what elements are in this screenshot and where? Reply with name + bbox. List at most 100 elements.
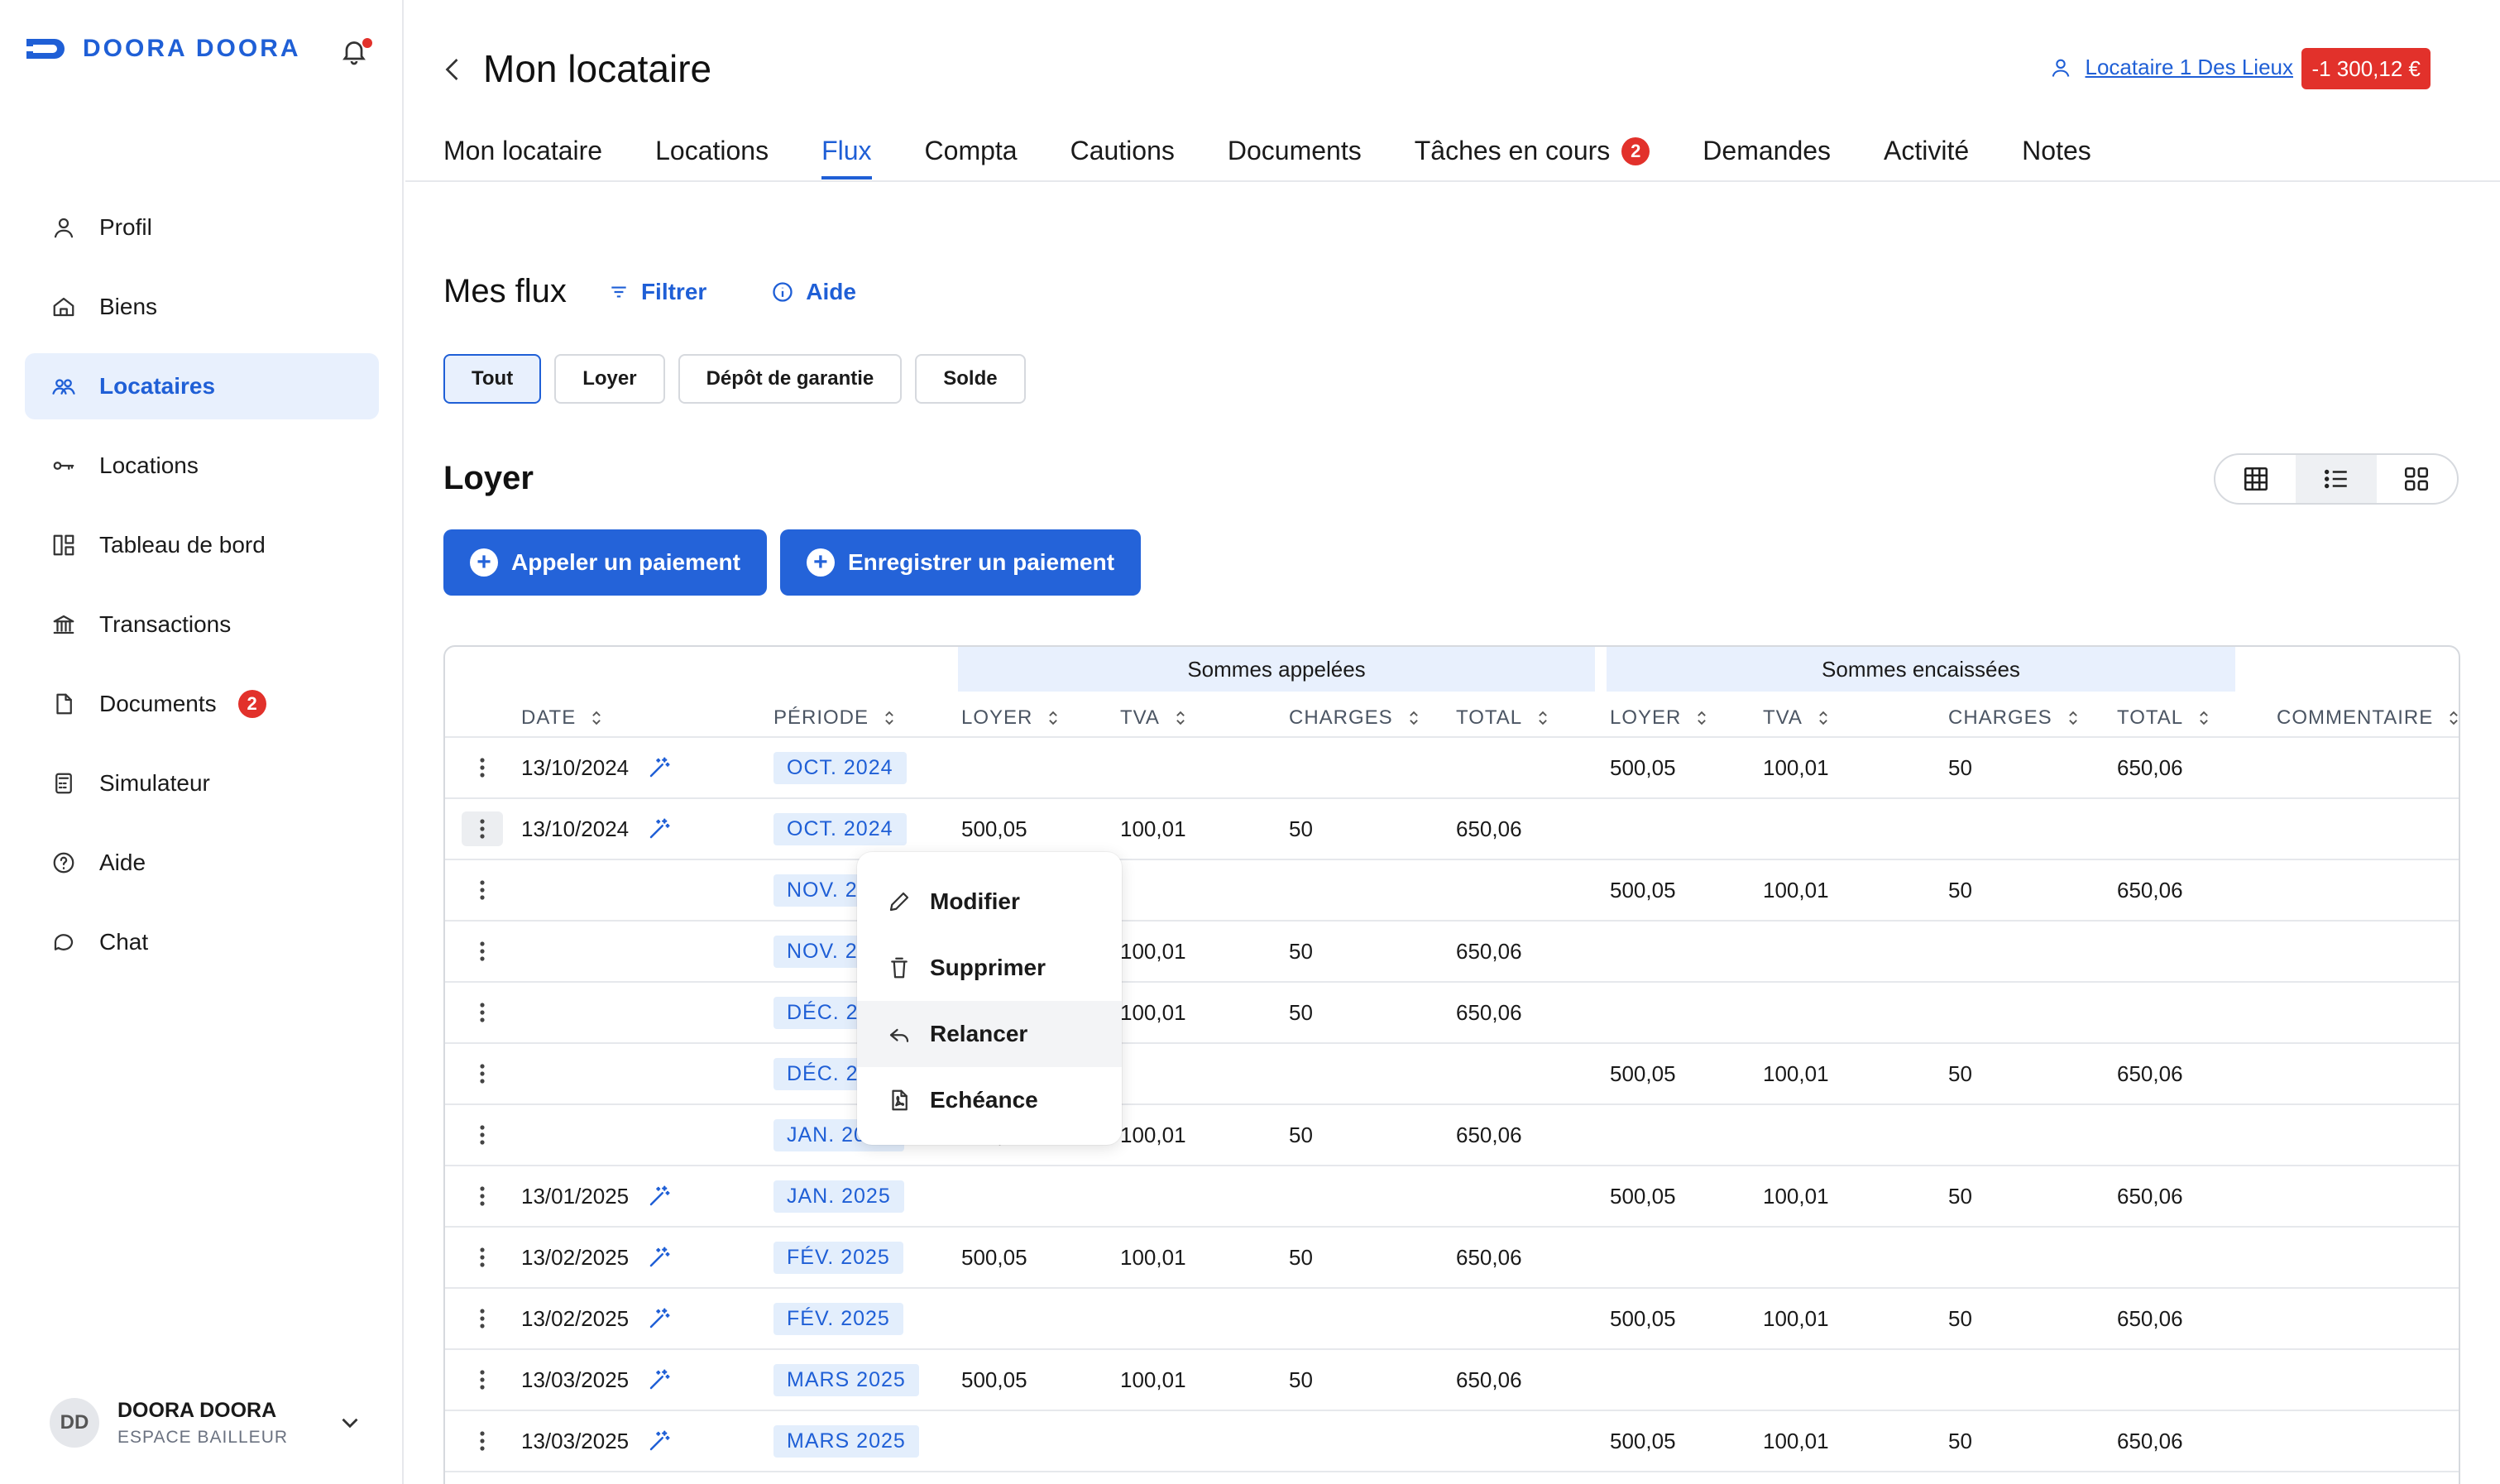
sidebar-item-aide[interactable]: Aide	[25, 830, 379, 896]
notification-dot	[362, 38, 372, 48]
filter-button[interactable]: Filtrer	[608, 279, 706, 305]
tab-locations[interactable]: Locations	[655, 136, 769, 180]
table-row[interactable]: NOV. 2024500,05100,0150650,06	[445, 922, 2459, 983]
cell-total: 650,06	[2117, 1428, 2183, 1453]
row-actions-button[interactable]	[462, 1056, 503, 1091]
back-arrow-icon[interactable]	[438, 53, 468, 86]
column-header-periode[interactable]: PÉRIODE	[773, 706, 895, 730]
tab-activité[interactable]: Activité	[1884, 136, 1969, 180]
magic-wand-icon[interactable]	[647, 1184, 672, 1209]
filter-chip[interactable]: Loyer	[554, 354, 665, 404]
magic-wand-icon[interactable]	[647, 816, 672, 841]
magic-wand-icon[interactable]	[647, 755, 672, 780]
call-payment-button[interactable]: + Appeler un paiement	[443, 529, 767, 596]
column-header-c-tva[interactable]: TVA	[1120, 706, 1186, 730]
menu-item-modifier[interactable]: Modifier	[857, 869, 1122, 935]
row-actions-button[interactable]	[462, 1179, 503, 1214]
tab-documents[interactable]: Documents	[1228, 136, 1362, 180]
sort-icon	[885, 711, 893, 725]
kebab-menu-icon	[480, 1247, 485, 1267]
tab-mon-locataire[interactable]: Mon locataire	[443, 136, 602, 180]
view-list-button[interactable]	[2296, 455, 2377, 503]
row-actions-button[interactable]	[462, 811, 503, 846]
row-actions-button[interactable]	[462, 1301, 503, 1336]
sidebar-item-locataires[interactable]: Locataires	[25, 353, 379, 419]
table-row[interactable]: NOV. 2024500,05100,0150650,06	[445, 860, 2459, 922]
tab-demandes[interactable]: Demandes	[1703, 136, 1831, 180]
sort-icon	[1176, 711, 1185, 725]
notifications-button[interactable]	[339, 36, 372, 69]
row-date: 13/02/2025	[521, 1289, 672, 1348]
column-header-c-total[interactable]: TOTAL	[1456, 706, 1549, 730]
cell-total: 650,06	[1456, 999, 1522, 1025]
filter-chip[interactable]: Dépôt de garantie	[678, 354, 903, 404]
cell-total: 650,06	[1456, 816, 1522, 841]
row-actions-button[interactable]	[462, 1362, 503, 1397]
sidebar-item-transactions[interactable]: Transactions	[25, 591, 379, 658]
sidebar-item-tableau-de-bord[interactable]: Tableau de bord	[25, 512, 379, 578]
table-row[interactable]: 13/02/2025 FÉV. 2025 500,05 100,01 50 650,06	[445, 1289, 2459, 1350]
table-row[interactable]: 13/03/2025 MARS 2025 500,05 100,01 50 650,06	[445, 1411, 2459, 1472]
table-row[interactable]: 13/10/2024 OCT. 2024 500,05 100,01 50 650,06	[445, 799, 2459, 860]
column-header-e-loyer[interactable]: LOYER	[1610, 706, 1707, 730]
table-row[interactable]: JAN. 2025500,05100,0150650,06	[445, 1105, 2459, 1166]
table-row[interactable]: 13/02/2025 FÉV. 2025 500,05 100,01 50 650,06	[445, 1228, 2459, 1289]
sidebar-item-biens[interactable]: Biens	[25, 274, 379, 340]
tab-label: Activité	[1884, 136, 1970, 165]
row-actions-button[interactable]	[462, 1118, 503, 1152]
column-header-e-total[interactable]: TOTAL	[2117, 706, 2210, 730]
table-row[interactable]: 13/01/2025 JAN. 2025 500,05 100,01 50 650,06	[445, 1166, 2459, 1228]
sort-icon	[2450, 711, 2459, 725]
table-row[interactable]: DÉC. 2024500,05100,0150650,06	[445, 1044, 2459, 1105]
table-row[interactable]: DÉC. 2024500,05100,0150650,06	[445, 983, 2459, 1044]
column-header-e-tva[interactable]: TVA	[1763, 706, 1829, 730]
row-actions-button[interactable]	[462, 1424, 503, 1458]
sidebar-item-locations[interactable]: Locations	[25, 433, 379, 499]
sidebar-item-profil[interactable]: Profil	[25, 194, 379, 261]
record-payment-label: Enregistrer un paiement	[847, 549, 1115, 575]
tenant-link[interactable]: Locataire 1 Des Lieux	[2049, 55, 2293, 80]
column-header-date[interactable]: DATE	[521, 706, 602, 730]
row-actions-button[interactable]	[462, 934, 503, 969]
cell-tva: 100,01	[1120, 999, 1186, 1025]
column-header-commentaire[interactable]: COMMENTAIRE	[2277, 706, 2459, 730]
sidebar-item-simulateur[interactable]: Simulateur	[25, 750, 379, 816]
tab-flux[interactable]: Flux	[821, 136, 872, 180]
sidebar-item-chat[interactable]: Chat	[25, 909, 379, 975]
menu-item-echéance[interactable]: Echéance	[857, 1067, 1122, 1133]
tab-compta[interactable]: Compta	[925, 136, 1018, 180]
row-actions-button[interactable]	[462, 1240, 503, 1275]
table-row[interactable]: 13/10/2024 OCT. 2024 500,05 100,01 50 650,06	[445, 738, 2459, 799]
table-row[interactable]: 13/03/2025 MARS 2025 500,05 100,01 50 650,06	[445, 1350, 2459, 1411]
row-actions-button[interactable]	[462, 995, 503, 1030]
row-actions-button[interactable]	[462, 750, 503, 785]
column-header-e-charges[interactable]: CHARGES	[1948, 706, 2079, 730]
magic-wand-icon[interactable]	[647, 1367, 672, 1392]
sidebar-item-documents[interactable]: Documents 2	[25, 671, 379, 737]
nav-icon	[50, 928, 78, 956]
view-cards-button[interactable]	[2377, 455, 2457, 503]
tab-label: Demandes	[1703, 136, 1832, 165]
date-value: 13/03/2025	[521, 1428, 630, 1453]
row-actions-button[interactable]	[462, 873, 503, 907]
chevron-down-icon[interactable]	[336, 1409, 364, 1437]
menu-item-relancer[interactable]: Relancer	[857, 1001, 1122, 1067]
user-menu[interactable]: DD DOORA DOORA ESPACE BAILLEUR	[50, 1398, 364, 1448]
magic-wand-icon[interactable]	[647, 1306, 672, 1331]
help-button[interactable]: Aide	[771, 279, 856, 305]
app-logo[interactable]: DOORA DOORA	[25, 35, 301, 63]
filter-chip[interactable]: Tout	[443, 354, 542, 404]
record-payment-button[interactable]: + Enregistrer un paiement	[779, 529, 1142, 596]
menu-item-supprimer[interactable]: Supprimer	[857, 935, 1122, 1001]
tab-notes[interactable]: Notes	[2022, 136, 2091, 180]
tab-cautions[interactable]: Cautions	[1070, 136, 1175, 180]
column-header-c-charges[interactable]: CHARGES	[1289, 706, 1420, 730]
cell-total: 650,06	[1456, 1367, 1522, 1392]
filter-chip[interactable]: Solde	[915, 354, 1026, 404]
column-header-c-loyer[interactable]: LOYER	[961, 706, 1059, 730]
magic-wand-icon[interactable]	[647, 1429, 672, 1453]
magic-wand-icon[interactable]	[647, 1245, 672, 1270]
tab-tâches-en-cours[interactable]: Tâches en cours 2	[1415, 136, 1650, 180]
view-table-button[interactable]	[2215, 455, 2296, 503]
flux-filter-chips: Tout Loyer Dépôt de garantie Solde	[443, 354, 1026, 404]
